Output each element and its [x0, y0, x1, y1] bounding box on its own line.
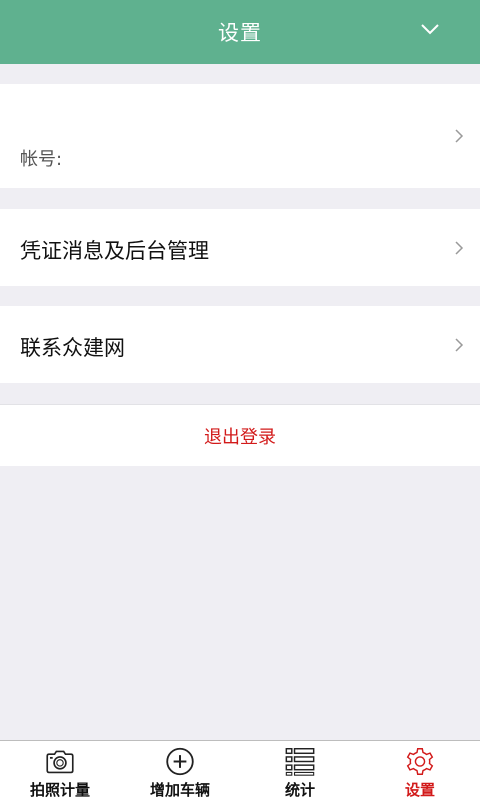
- logout-label: 退出登录: [204, 426, 276, 448]
- tab-statistics[interactable]: 统计: [240, 741, 360, 800]
- camera-icon: [46, 750, 74, 774]
- list-icon: [285, 748, 315, 776]
- logout-button[interactable]: 退出登录: [0, 404, 480, 466]
- app-header: 设置: [0, 0, 480, 64]
- tab-settings[interactable]: 设置: [360, 741, 480, 800]
- tab-photo-measure[interactable]: 拍照计量: [0, 741, 120, 800]
- chevron-right-icon: [455, 129, 464, 143]
- tab-add-vehicle[interactable]: 增加车辆: [120, 741, 240, 800]
- account-row[interactable]: 帐号:: [0, 84, 480, 188]
- page-title: 设置: [218, 21, 262, 45]
- bottom-tab-bar: 拍照计量 增加车辆 统计 设置: [0, 740, 480, 800]
- tab-label: 统计: [284, 781, 315, 799]
- chevron-right-icon: [455, 338, 464, 352]
- voucher-management-label: 凭证消息及后台管理: [20, 239, 209, 263]
- voucher-management-row[interactable]: 凭证消息及后台管理: [0, 209, 480, 286]
- add-circle-icon: [166, 747, 194, 776]
- chevron-down-icon[interactable]: [420, 22, 440, 36]
- chevron-right-icon: [455, 241, 464, 255]
- contact-label: 联系众建网: [20, 336, 125, 360]
- tab-label: 拍照计量: [29, 781, 90, 799]
- gear-icon: [406, 748, 434, 775]
- tab-label: 设置: [404, 781, 435, 799]
- account-label: 帐号:: [20, 149, 63, 170]
- contact-row[interactable]: 联系众建网: [0, 306, 480, 383]
- tab-label: 增加车辆: [149, 781, 210, 799]
